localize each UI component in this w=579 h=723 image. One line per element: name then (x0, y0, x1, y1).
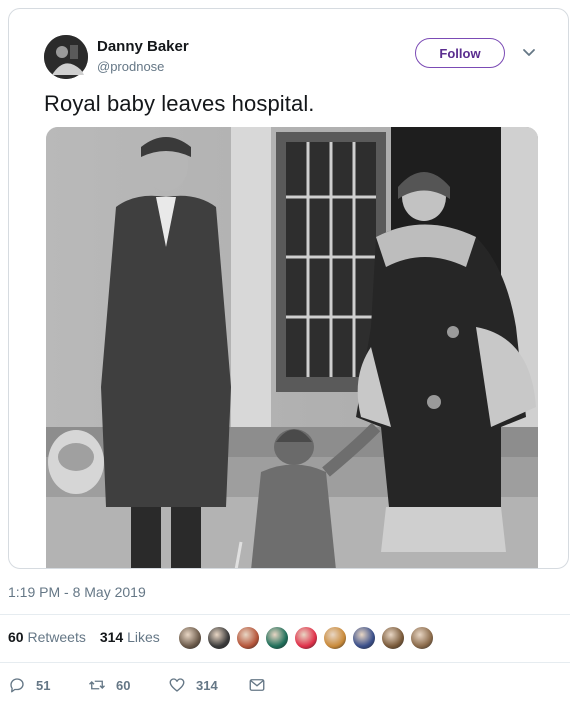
tweet-timestamp[interactable]: 1:19 PM - 8 May 2019 (8, 584, 146, 600)
tweet-card: Danny Baker @prodnose Follow Royal baby … (8, 8, 569, 569)
direct-message-button[interactable] (248, 676, 266, 694)
retweet-button[interactable]: 60 (88, 676, 130, 694)
liker-avatar[interactable] (410, 626, 434, 650)
liker-avatar[interactable] (381, 626, 405, 650)
author-handle[interactable]: @prodnose (97, 59, 164, 74)
tweet-text: Royal baby leaves hospital. (44, 91, 315, 116)
retweet-count: 60 (116, 677, 131, 693)
likes-stat[interactable]: 314 Likes (100, 629, 160, 645)
like-count: 314 (196, 677, 218, 693)
retweet-icon (89, 680, 105, 690)
liker-avatars (178, 626, 434, 650)
liker-avatar[interactable] (236, 626, 260, 650)
retweets-label: Retweets (27, 629, 86, 645)
follow-button[interactable]: Follow (415, 38, 505, 68)
tweet-actions: 51 60 314 (8, 676, 308, 696)
liker-avatar[interactable] (294, 626, 318, 650)
divider (0, 662, 570, 663)
author-avatar[interactable] (44, 35, 88, 79)
like-button[interactable]: 314 (168, 676, 218, 694)
reply-icon (10, 678, 24, 693)
chevron-down-icon[interactable] (521, 45, 537, 61)
retweets-count: 60 (8, 629, 24, 645)
photo-black-and-white-icon (46, 127, 538, 568)
liker-avatar[interactable] (352, 626, 376, 650)
liker-avatar[interactable] (323, 626, 347, 650)
heart-icon (169, 678, 185, 692)
reply-button[interactable]: 51 (8, 676, 50, 694)
tweet-stats: 60 Retweets 314 Likes (8, 629, 160, 645)
likes-label: Likes (127, 629, 160, 645)
liker-avatar[interactable] (265, 626, 289, 650)
retweets-stat[interactable]: 60 Retweets (8, 629, 86, 645)
liker-avatar[interactable] (178, 626, 202, 650)
tweet-photo[interactable] (46, 127, 538, 568)
reply-count: 51 (36, 677, 51, 693)
liker-avatar[interactable] (207, 626, 231, 650)
divider (0, 614, 570, 615)
envelope-icon (249, 679, 265, 691)
likes-count: 314 (99, 629, 124, 645)
author-name[interactable]: Danny Baker (97, 38, 189, 55)
